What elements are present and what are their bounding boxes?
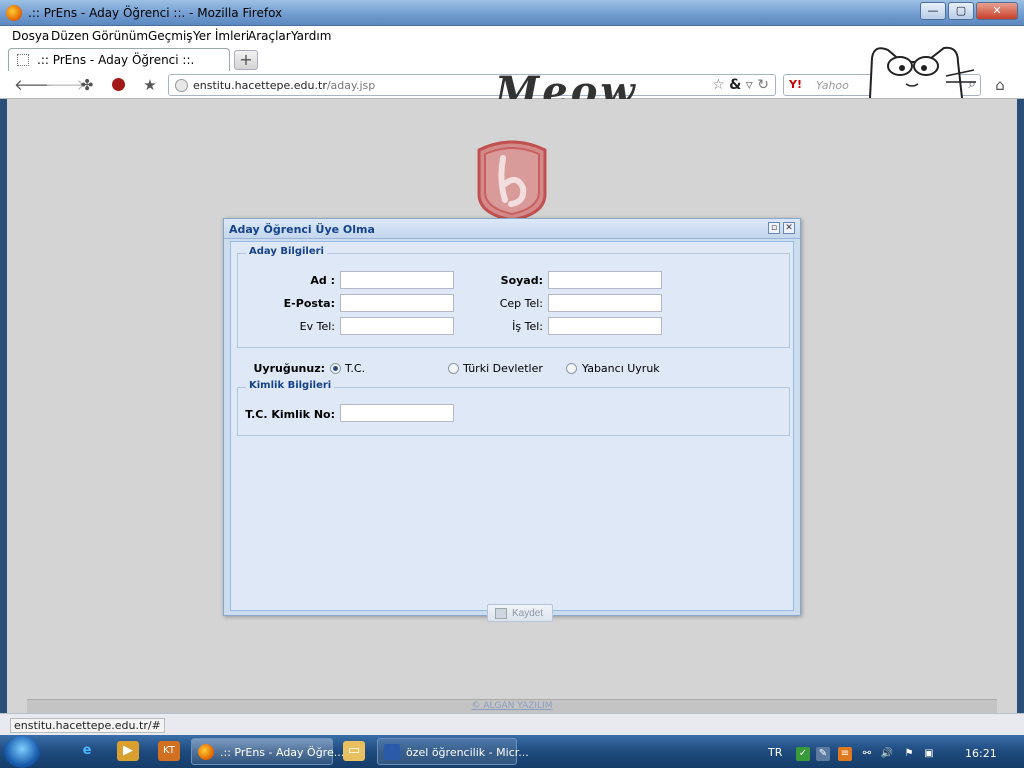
forward-arrow-icon[interactable]: 🡒: [45, 75, 85, 95]
cep-tel-label: Cep Tel:: [499, 297, 543, 310]
identity-info-legend: Kimlik Bilgileri: [246, 380, 335, 391]
clock[interactable]: 16:21: [965, 747, 997, 760]
address-bar-icons: ☆ & ▿ ↻: [712, 77, 769, 93]
window-titlebar: .:: PrEns - Aday Öğrenci ::. - Mozilla F…: [0, 0, 1024, 26]
window-controls: — ▢ ✕: [920, 2, 1018, 20]
soyad-label: Soyad:: [500, 274, 543, 287]
language-indicator[interactable]: TR: [768, 746, 782, 759]
browser-tab[interactable]: .:: PrEns - Aday Öğrenci ::.: [8, 48, 230, 71]
cep-tel-input[interactable]: [548, 294, 662, 312]
status-bar: enstitu.hacettepe.edu.tr/#: [0, 713, 1024, 735]
radio-yabanci-uyruk[interactable]: [566, 363, 577, 374]
eposta-label: E-Posta:: [283, 297, 335, 310]
maximize-icon[interactable]: ▫: [768, 222, 780, 234]
tab-label: .:: PrEns - Aday Öğrenci ::.: [37, 53, 195, 67]
globe-icon: [175, 79, 188, 92]
menu-gorunum[interactable]: Görünüm: [92, 29, 148, 43]
dialog-header[interactable]: Aday Öğrenci Üye Olma ▫ ✕: [224, 219, 800, 239]
tray-app-icon[interactable]: ✓: [796, 747, 810, 761]
radio-turki-devletler-label[interactable]: Türki Devletler: [463, 362, 543, 375]
floppy-disk-icon: [495, 608, 507, 619]
tc-kimlik-input[interactable]: [340, 404, 454, 422]
radio-tc[interactable]: [330, 363, 341, 374]
menu-duzen[interactable]: Düzen: [51, 29, 89, 43]
cat-persona-icon: [869, 46, 976, 98]
address-bar[interactable]: enstitu.hacettepe.edu.tr/aday.jsp ☆ & ▿ …: [168, 74, 776, 96]
media-player-icon[interactable]: ▶: [117, 741, 139, 761]
yahoo-icon[interactable]: Y!: [789, 78, 802, 91]
close-button[interactable]: ✕: [976, 2, 1018, 20]
firefox-icon: [6, 5, 22, 21]
is-tel-label: İş Tel:: [512, 320, 543, 333]
taskbar-firefox-task[interactable]: .:: PrEns - Aday Öğre...: [191, 738, 344, 765]
tray-orange-icon[interactable]: ≡: [838, 747, 852, 761]
taskbar: e ▶ KT .:: PrEns - Aday Öğre... ▭ özel ö…: [0, 735, 1024, 768]
minimize-button[interactable]: —: [920, 2, 946, 20]
firefox-task-label: .:: PrEns - Aday Öğre...: [220, 746, 345, 759]
page-favicon-icon: [17, 54, 29, 66]
menu-araclar[interactable]: Araçlar: [248, 29, 291, 43]
record-icon[interactable]: [108, 75, 128, 95]
status-text: enstitu.hacettepe.edu.tr/#: [10, 718, 165, 733]
back-arrow-icon[interactable]: 🡐: [14, 75, 54, 95]
radio-tc-label[interactable]: T.C.: [345, 362, 365, 375]
word-task-label: özel öğrencilik - Micr...: [406, 746, 529, 759]
persona-theme-text: Meow: [495, 72, 638, 99]
menu-yer-imleri[interactable]: Yer İmleri: [193, 29, 249, 43]
internet-explorer-icon[interactable]: e: [76, 741, 98, 761]
candidate-info-legend: Aday Bilgileri: [246, 246, 327, 257]
dialog-body: Aday Bilgileri Ad : Soyad: E-Posta: Cep …: [230, 241, 794, 622]
tray-network-icon[interactable]: ⚯: [860, 747, 874, 761]
dialog-tools: ▫ ✕: [768, 222, 795, 234]
flag-icon[interactable]: ⚑: [902, 747, 916, 761]
soyad-input[interactable]: [548, 271, 662, 289]
menu-gecmis[interactable]: Geçmiş: [148, 29, 193, 43]
search-input[interactable]: Yahoo: [816, 79, 849, 92]
tc-kimlik-label: T.C. Kimlik No:: [245, 408, 335, 421]
taskbar-word-task[interactable]: özel öğrencilik - Micr...: [377, 738, 529, 765]
firefox-task-icon: [198, 744, 214, 760]
folder-icon[interactable]: ▭: [343, 741, 365, 761]
window-title: .:: PrEns - Aday Öğrenci ::. - Mozilla F…: [28, 6, 283, 20]
eposta-input[interactable]: [340, 294, 454, 312]
nationality-label: Uyruğunuz:: [253, 362, 325, 375]
radio-yabanci-uyruk-label[interactable]: Yabancı Uyruk: [582, 362, 660, 375]
footer-link[interactable]: © ALGAN YAZILIM: [27, 701, 997, 711]
dropdown-icon[interactable]: ▿: [746, 77, 753, 93]
star-icon[interactable]: ☆: [712, 77, 725, 93]
save-button-label: Kaydet: [512, 608, 544, 619]
ad-input[interactable]: [340, 271, 454, 289]
kt-app-icon[interactable]: KT: [158, 741, 180, 761]
monitor-icon[interactable]: ▣: [922, 747, 936, 761]
ampersand-icon[interactable]: &: [729, 77, 741, 93]
reload-icon[interactable]: ↻: [757, 77, 769, 93]
maximize-button[interactable]: ▢: [948, 2, 974, 20]
radio-turki-devletler[interactable]: [448, 363, 459, 374]
ad-label: Ad :: [310, 274, 335, 287]
volume-icon[interactable]: 🔊: [880, 747, 894, 761]
ev-tel-label: Ev Tel:: [299, 320, 335, 333]
is-tel-input[interactable]: [548, 317, 662, 335]
save-button[interactable]: Kaydet: [487, 604, 553, 622]
ev-tel-input[interactable]: [340, 317, 454, 335]
dialog-title: Aday Öğrenci Üye Olma: [229, 223, 375, 236]
menu-yardim[interactable]: Yardım: [291, 29, 331, 43]
addon-icon[interactable]: ✤: [77, 75, 97, 95]
address-text: enstitu.hacettepe.edu.tr/aday.jsp: [193, 79, 376, 92]
bookmark-star-icon[interactable]: ★: [140, 75, 160, 95]
start-button[interactable]: [4, 736, 40, 768]
close-icon[interactable]: ✕: [783, 222, 795, 234]
tray-tool-icon[interactable]: ✎: [816, 747, 830, 761]
footer-strip: © ALGAN YAZILIM: [27, 699, 997, 713]
university-logo-icon: [477, 140, 547, 220]
menu-dosya[interactable]: Dosya: [12, 29, 49, 43]
candidate-registration-dialog: Aday Öğrenci Üye Olma ▫ ✕ Aday Bilgileri…: [223, 218, 801, 622]
new-tab-button[interactable]: +: [234, 50, 258, 70]
home-icon[interactable]: ⌂: [990, 75, 1010, 95]
word-task-icon: [384, 744, 400, 760]
